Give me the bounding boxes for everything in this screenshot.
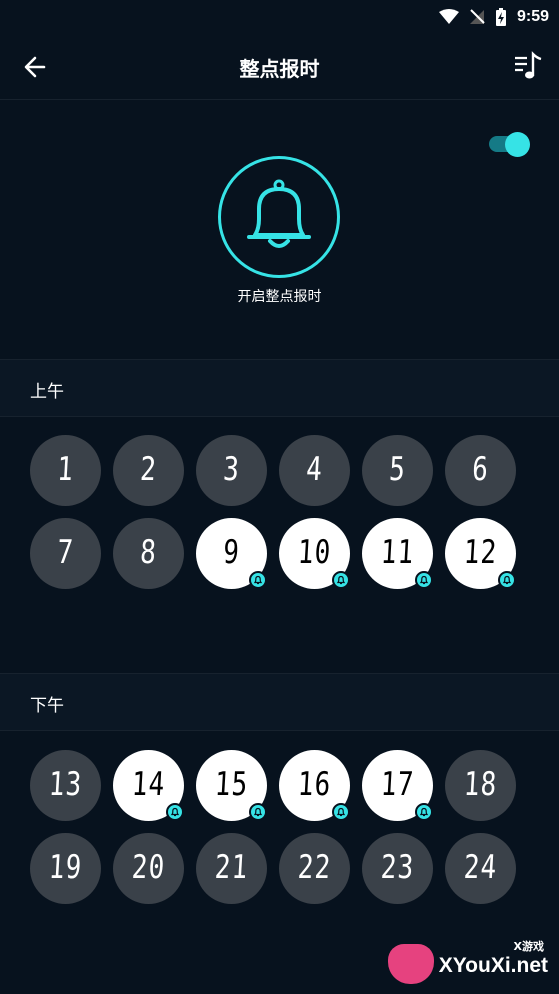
watermark: X游戏 XYouXi.net — [388, 934, 554, 990]
battery-charging-icon — [495, 8, 506, 26]
alarm-badge-icon — [249, 803, 267, 821]
hour-number: 1 — [56, 451, 75, 489]
hour-button-21[interactable]: 21 — [196, 833, 267, 904]
hour-button-4[interactable]: 4 — [279, 435, 350, 506]
pm-section-header: 下午 — [0, 673, 559, 731]
hour-button-20[interactable]: 20 — [113, 833, 184, 904]
hour-number: 3 — [222, 451, 241, 489]
hour-button-5[interactable]: 5 — [362, 435, 433, 506]
hour-number: 19 — [47, 849, 84, 887]
hour-button-6[interactable]: 6 — [445, 435, 516, 506]
no-signal-icon — [469, 9, 485, 24]
hour-button-13[interactable]: 13 — [30, 750, 101, 821]
hour-number: 13 — [47, 766, 84, 804]
hour-button-15[interactable]: 15 — [196, 750, 267, 821]
status-icons: 9:59 — [438, 6, 549, 28]
chime-label: 开启整点报时 — [237, 289, 322, 305]
app-bar: 整点报时 — [0, 34, 559, 100]
hour-number: 14 — [130, 766, 167, 804]
hour-button-14[interactable]: 14 — [113, 750, 184, 821]
hour-number: 21 — [213, 849, 250, 887]
hour-button-12[interactable]: 12 — [445, 518, 516, 589]
hour-button-24[interactable]: 24 — [445, 833, 516, 904]
music-list-icon — [515, 51, 542, 79]
sound-list-button[interactable] — [513, 50, 545, 82]
hour-number: 22 — [296, 849, 333, 887]
hour-button-2[interactable]: 2 — [113, 435, 184, 506]
alarm-badge-icon — [249, 571, 267, 589]
hour-button-1[interactable]: 1 — [30, 435, 101, 506]
alarm-badge-icon — [166, 803, 184, 821]
toggle-thumb — [505, 132, 530, 157]
hour-number: 15 — [213, 766, 250, 804]
alarm-badge-icon — [332, 571, 350, 589]
am-section-header: 上午 — [0, 359, 559, 417]
gamepad-logo-icon — [388, 944, 434, 984]
hour-button-22[interactable]: 22 — [279, 833, 350, 904]
hour-number: 17 — [379, 766, 416, 804]
hour-button-7[interactable]: 7 — [30, 518, 101, 589]
hour-number: 2 — [139, 451, 158, 489]
alarm-badge-icon — [332, 803, 350, 821]
hour-number: 23 — [379, 849, 416, 887]
bell-button[interactable] — [218, 156, 340, 278]
status-time: 9:59 — [516, 8, 549, 25]
alarm-badge-icon — [415, 803, 433, 821]
hour-number: 5 — [388, 451, 407, 489]
hour-number: 9 — [222, 534, 241, 572]
hour-button-19[interactable]: 19 — [30, 833, 101, 904]
hour-button-18[interactable]: 18 — [445, 750, 516, 821]
page-title: 整点报时 — [239, 57, 320, 81]
hour-button-16[interactable]: 16 — [279, 750, 350, 821]
hour-button-11[interactable]: 11 — [362, 518, 433, 589]
wifi-icon — [438, 9, 459, 24]
hour-number: 11 — [379, 534, 416, 572]
hour-number: 8 — [139, 534, 158, 572]
chime-toggle[interactable] — [489, 132, 531, 157]
hour-button-17[interactable]: 17 — [362, 750, 433, 821]
watermark-cn: X游戏 — [513, 940, 544, 953]
hour-number: 6 — [471, 451, 490, 489]
hour-button-9[interactable]: 9 — [196, 518, 267, 589]
hour-number: 16 — [296, 766, 333, 804]
hour-button-10[interactable]: 10 — [279, 518, 350, 589]
hour-number: 12 — [462, 534, 499, 572]
status-bar: 9:59 — [0, 0, 559, 34]
hour-button-23[interactable]: 23 — [362, 833, 433, 904]
hour-number: 20 — [130, 849, 167, 887]
hour-number: 4 — [305, 451, 324, 489]
hour-button-8[interactable]: 8 — [113, 518, 184, 589]
alarm-badge-icon — [498, 571, 516, 589]
chime-hero: 开启整点报时 — [0, 101, 559, 359]
pm-label: 下午 — [30, 696, 64, 716]
hour-number: 18 — [462, 766, 499, 804]
am-label: 上午 — [30, 382, 64, 402]
hour-number: 7 — [56, 534, 75, 572]
hour-button-3[interactable]: 3 — [196, 435, 267, 506]
bell-icon — [247, 179, 311, 248]
hour-number: 24 — [462, 849, 499, 887]
watermark-text: XYouXi.net — [438, 954, 548, 977]
hour-number: 10 — [296, 534, 333, 572]
alarm-badge-icon — [415, 571, 433, 589]
